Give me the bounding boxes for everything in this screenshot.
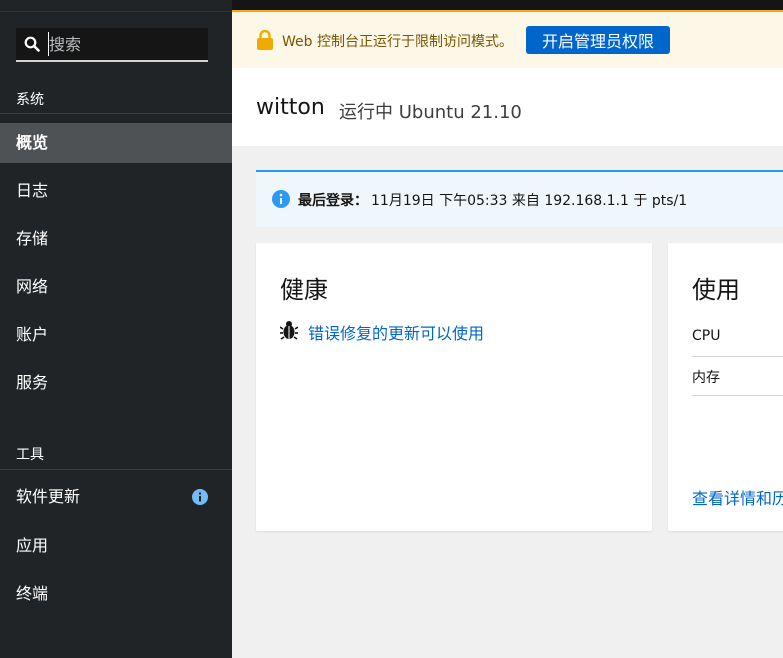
page-header: witton 运行中 Ubuntu 21.10 — [232, 68, 783, 146]
last-login-text: 11月19日 下午05:33 来自 192.168.1.1 于 pts/1 — [371, 193, 688, 209]
nav-item-label: 软件更新 — [16, 487, 81, 506]
lock-icon — [257, 30, 273, 50]
banner-message: Web 控制台正运行于限制访问模式。 — [282, 34, 513, 50]
nav-item-logs[interactable]: 日志 — [0, 171, 232, 211]
bug-fix-updates-link[interactable]: 错误修复的更新可以使用 — [308, 320, 484, 344]
nav-item-services[interactable]: 服务 — [0, 363, 232, 403]
info-icon — [192, 489, 208, 505]
section-title-system: 系统 — [16, 92, 44, 108]
health-card: 健康 错误修复的更新可以使用 — [256, 243, 652, 531]
usage-row-label: CPU — [692, 328, 721, 344]
search-input[interactable] — [48, 32, 199, 56]
nav-item-applications[interactable]: 应用 — [0, 526, 232, 566]
nav-item-network[interactable]: 网络 — [0, 267, 232, 307]
limited-access-banner: Web 控制台正运行于限制访问模式。 开启管理员权限 — [232, 12, 783, 69]
last-login-alert: 最后登录： 11月19日 下午05:33 来自 192.168.1.1 于 pt… — [256, 170, 783, 227]
section-divider — [0, 113, 232, 114]
usage-row-memory: 内存 — [692, 357, 783, 396]
top-bar — [232, 0, 783, 12]
info-icon — [272, 190, 290, 208]
sidebar: 系统 概览 日志 存储 网络 账户 服务 工具 软件更新 应用 终端 — [0, 0, 232, 658]
usage-row-cpu: CPU — [692, 318, 783, 357]
enable-admin-button[interactable]: 开启管理员权限 — [526, 26, 670, 54]
usage-row-label: 内存 — [692, 370, 720, 386]
hostname: witton — [256, 95, 325, 120]
section-title-tools: 工具 — [16, 447, 44, 463]
bug-icon — [280, 321, 298, 340]
sidebar-divider — [0, 11, 232, 12]
usage-title: 使用 — [692, 276, 740, 304]
nav-item-accounts[interactable]: 账户 — [0, 315, 232, 355]
section-divider — [0, 469, 232, 470]
health-title: 健康 — [280, 276, 328, 304]
last-login-label: 最后登录： — [298, 193, 368, 209]
nav-item-terminal[interactable]: 终端 — [0, 574, 232, 614]
os-status: 运行中 Ubuntu 21.10 — [339, 102, 522, 123]
usage-card: 使用 CPU 内存 查看详情和历 — [668, 243, 783, 531]
nav-item-overview[interactable]: 概览 — [0, 123, 232, 163]
main-content: Web 控制台正运行于限制访问模式。 开启管理员权限 witton 运行中 Ub… — [232, 0, 783, 658]
search-box[interactable] — [16, 28, 208, 62]
nav-item-software-updates[interactable]: 软件更新 — [0, 477, 232, 517]
view-details-link[interactable]: 查看详情和历 — [692, 485, 783, 509]
search-icon — [24, 36, 40, 52]
nav-item-storage[interactable]: 存储 — [0, 219, 232, 259]
